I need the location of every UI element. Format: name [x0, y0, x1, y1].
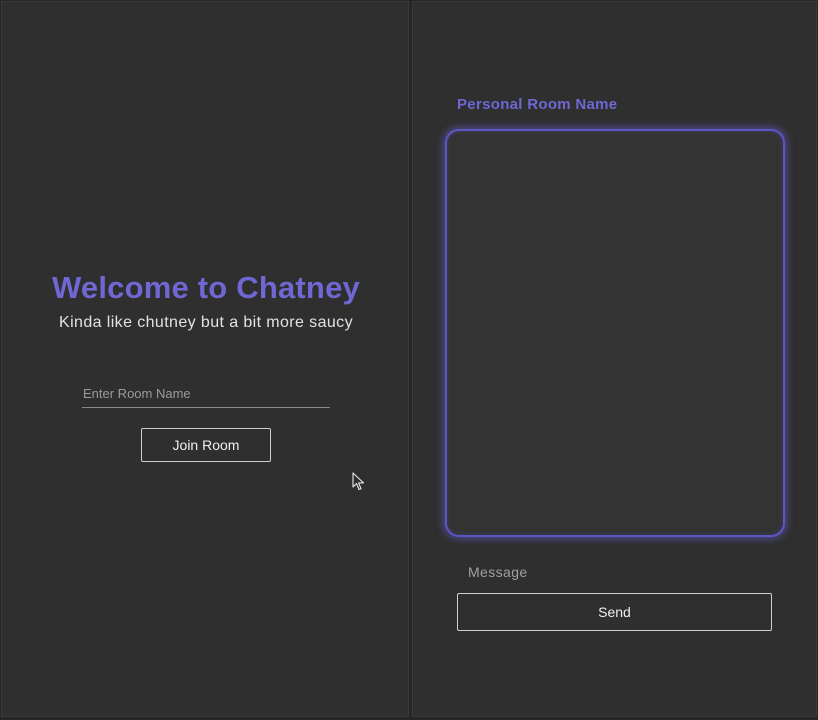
welcome-subtitle: Kinda like chutney but a bit more saucy [59, 314, 353, 331]
welcome-title: Welcome to Chatney [52, 270, 360, 305]
chat-panel: Personal Room Name Send [412, 1, 817, 717]
mouse-pointer-icon [352, 472, 365, 491]
room-name-input[interactable] [82, 380, 330, 408]
message-input[interactable] [458, 560, 778, 584]
send-button[interactable]: Send [457, 593, 772, 631]
room-name-heading: Personal Room Name [457, 96, 618, 113]
join-room-button[interactable]: Join Room [141, 428, 271, 462]
message-list[interactable] [445, 129, 785, 537]
join-panel: Welcome to Chatney Kinda like chutney bu… [1, 1, 409, 717]
app-window: Welcome to Chatney Kinda like chutney bu… [0, 0, 818, 720]
